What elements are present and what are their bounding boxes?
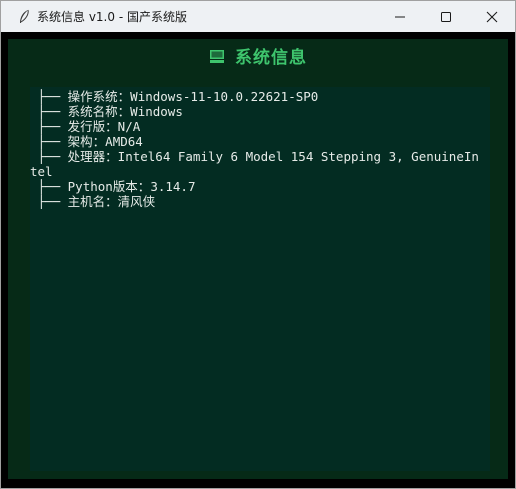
info-separator: ：: [117, 104, 131, 119]
tree-branch: ├──: [30, 134, 68, 149]
info-line: ├── 系统名称：Windows: [30, 104, 482, 119]
window-controls: [377, 1, 515, 32]
info-label: 处理器: [67, 149, 106, 164]
info-line: ├── 处理器：Intel64 Family 6 Model 154 Stepp…: [30, 149, 482, 179]
minimize-button[interactable]: [377, 1, 423, 32]
app-window: 系统信息 v1.0 - 国产系统版 系统信息 ├── 操作系统：Windows-…: [0, 0, 516, 489]
minimize-icon: [395, 16, 405, 17]
info-line: ├── 发行版：N/A: [30, 119, 482, 134]
title-bar[interactable]: 系统信息 v1.0 - 国产系统版: [1, 1, 515, 32]
info-separator: ：: [137, 179, 151, 194]
info-value: AMD64: [105, 134, 143, 149]
info-value: Windows-11-10.0.22621-SP0: [130, 89, 319, 104]
info-list: ├── 操作系统：Windows-11-10.0.22621-SP0 ├── 系…: [30, 89, 482, 209]
info-value: 3.14.7: [150, 179, 196, 194]
info-line: ├── 操作系统：Windows-11-10.0.22621-SP0: [30, 89, 482, 104]
info-separator: ：: [105, 119, 118, 134]
info-label: Python版本: [67, 179, 138, 194]
tree-branch: ├──: [30, 149, 68, 164]
info-separator: ：: [117, 89, 131, 104]
tree-branch: ├──: [30, 194, 68, 209]
main-frame: 系统信息 ├── 操作系统：Windows-11-10.0.22621-SP0 …: [8, 39, 508, 479]
info-value: Windows: [130, 104, 183, 119]
maximize-icon: [441, 11, 451, 22]
info-separator: ：: [92, 134, 106, 149]
monitor-icon: [210, 50, 224, 63]
info-line: ├── Python版本：3.14.7: [30, 179, 482, 194]
info-label: 架构: [67, 134, 93, 149]
header: 系统信息: [8, 39, 508, 71]
info-label: 发行版: [67, 119, 106, 134]
header-title: 系统信息: [235, 47, 307, 68]
close-icon: [486, 11, 498, 22]
tree-branch: ├──: [30, 89, 68, 104]
info-text-area[interactable]: ├── 操作系统：Windows-11-10.0.22621-SP0 ├── 系…: [30, 87, 490, 471]
tree-branch: ├──: [30, 119, 68, 134]
feather-icon: [20, 9, 29, 23]
window-title: 系统信息 v1.0 - 国产系统版: [37, 10, 187, 24]
info-value: 清风侠: [117, 194, 156, 209]
info-label: 系统名称: [67, 104, 118, 119]
tree-branch: ├──: [30, 104, 68, 119]
info-label: 操作系统: [67, 89, 118, 104]
tree-branch: ├──: [30, 179, 68, 194]
info-line: ├── 架构：AMD64: [30, 134, 482, 149]
info-label: 主机名: [67, 194, 106, 209]
close-button[interactable]: [469, 1, 515, 32]
info-value: N/A: [117, 119, 141, 134]
info-separator: ：: [105, 149, 118, 164]
info-separator: ：: [105, 194, 118, 209]
maximize-button[interactable]: [423, 1, 469, 32]
info-line: ├── 主机名：清风侠: [30, 194, 482, 209]
